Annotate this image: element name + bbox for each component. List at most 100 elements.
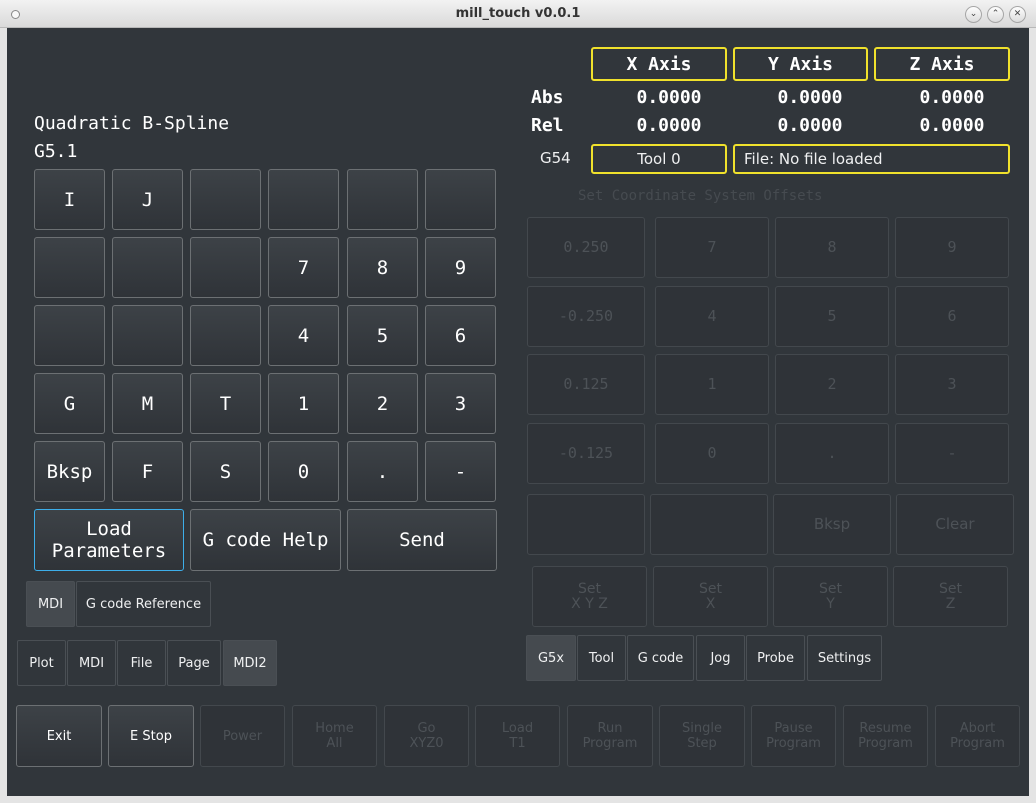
offset-action-key[interactable] [650, 494, 768, 555]
load-t1-button[interactable]: Load T1 [475, 705, 560, 767]
minimize-icon[interactable]: ⌄ [965, 6, 982, 23]
keypad-key[interactable]: 3 [425, 373, 496, 434]
keypad-key[interactable] [347, 169, 418, 230]
power-button[interactable]: Power [200, 705, 285, 767]
run-program-label: Run Program [582, 721, 638, 751]
offset-key[interactable]: 9 [895, 217, 1009, 278]
offset-key[interactable]: 4 [655, 286, 769, 347]
keypad-key[interactable]: Bksp [34, 441, 105, 502]
tab-tool[interactable]: Tool [577, 635, 626, 681]
home-all-button[interactable]: Home All [292, 705, 377, 767]
abs-z-value: 0.0000 [919, 87, 985, 108]
tab-mdi2[interactable]: MDI2 [223, 640, 277, 686]
offset-action-key[interactable]: Bksp [773, 494, 891, 555]
keypad-key[interactable]: I [34, 169, 105, 230]
offset-key[interactable]: 0.125 [527, 354, 645, 415]
offset-key[interactable]: . [775, 423, 889, 484]
tab-gcode[interactable]: G code [627, 635, 694, 681]
keypad-key[interactable]: T [190, 373, 261, 434]
window-title: mill_touch v0.0.1 [455, 6, 581, 21]
set-offset-button[interactable]: Set Z [893, 566, 1008, 627]
rel-x-value: 0.0000 [636, 115, 702, 136]
close-icon[interactable]: ✕ [1009, 6, 1026, 23]
keypad-key[interactable]: 2 [347, 373, 418, 434]
set-offset-button[interactable]: Set X [653, 566, 768, 627]
offset-key[interactable]: 2 [775, 354, 889, 415]
offset-key[interactable]: 0.250 [527, 217, 645, 278]
tab-mdi[interactable]: MDI [26, 581, 75, 627]
mdi-command-title: Quadratic B-Spline [34, 113, 230, 134]
tab-settings[interactable]: Settings [807, 635, 882, 681]
keypad-key[interactable] [190, 305, 261, 366]
go-xyz0-button[interactable]: Go XYZ0 [384, 705, 469, 767]
keypad-key[interactable]: J [112, 169, 183, 230]
coord-system-label: G54 [540, 149, 571, 167]
offset-key[interactable]: 3 [895, 354, 1009, 415]
keypad-key[interactable]: F [112, 441, 183, 502]
offset-key[interactable]: 5 [775, 286, 889, 347]
tab-g5x[interactable]: G5x [526, 635, 576, 681]
tab-page[interactable]: Page [167, 640, 221, 686]
go-xyz0-label: Go XYZ0 [409, 721, 444, 751]
keypad-key[interactable]: 9 [425, 237, 496, 298]
tab-file[interactable]: File [117, 640, 166, 686]
gcode-help-button[interactable]: G code Help [190, 509, 341, 571]
maximize-icon[interactable]: ⌃ [987, 6, 1004, 23]
keypad-key[interactable] [425, 169, 496, 230]
power-label: Power [222, 728, 263, 744]
resume-program-button[interactable]: Resume Program [843, 705, 928, 767]
tab-plot[interactable]: Plot [17, 640, 66, 686]
offset-key[interactable]: 6 [895, 286, 1009, 347]
offset-key[interactable]: 1 [655, 354, 769, 415]
estop-button[interactable]: E Stop [108, 705, 194, 767]
offset-key[interactable]: -0.125 [527, 423, 645, 484]
offset-key[interactable]: - [895, 423, 1009, 484]
exit-button[interactable]: Exit [16, 705, 102, 767]
keypad-key[interactable]: 1 [268, 373, 339, 434]
pause-program-label: Pause Program [766, 721, 821, 751]
abort-program-button[interactable]: Abort Program [935, 705, 1020, 767]
send-button[interactable]: Send [347, 509, 497, 571]
offset-key[interactable]: 7 [655, 217, 769, 278]
run-program-button[interactable]: Run Program [567, 705, 653, 767]
keypad-key[interactable]: 8 [347, 237, 418, 298]
keypad-key[interactable] [268, 169, 339, 230]
keypad-key[interactable]: M [112, 373, 183, 434]
keypad-key[interactable] [190, 237, 261, 298]
keypad-key[interactable]: 6 [425, 305, 496, 366]
keypad-key[interactable]: 4 [268, 305, 339, 366]
rel-z-value: 0.0000 [919, 115, 985, 136]
offset-action-key[interactable] [527, 494, 645, 555]
tab-jog[interactable]: Jog [696, 635, 745, 681]
keypad-key[interactable] [190, 169, 261, 230]
pause-program-button[interactable]: Pause Program [751, 705, 836, 767]
resume-program-label: Resume Program [858, 721, 913, 751]
abs-y-value: 0.0000 [777, 87, 843, 108]
offset-key[interactable]: 0 [655, 423, 769, 484]
keypad-key[interactable] [112, 237, 183, 298]
x-axis-header: X Axis [591, 47, 727, 81]
offset-key[interactable]: 8 [775, 217, 889, 278]
load-parameters-button[interactable]: Load Parameters [34, 509, 184, 571]
keypad-key[interactable] [112, 305, 183, 366]
y-axis-header: Y Axis [733, 47, 868, 81]
keypad-key[interactable] [34, 305, 105, 366]
single-step-button[interactable]: Single Step [659, 705, 745, 767]
set-offset-button[interactable]: Set Y [773, 566, 888, 627]
keypad-key[interactable]: S [190, 441, 261, 502]
set-offset-button[interactable]: Set X Y Z [532, 566, 647, 627]
tab-mdi-page[interactable]: MDI [67, 640, 116, 686]
offset-action-key[interactable]: Clear [896, 494, 1014, 555]
tab-probe[interactable]: Probe [746, 635, 805, 681]
window-titlebar: mill_touch v0.0.1 ⌄ ⌃ ✕ [0, 0, 1036, 28]
keypad-key[interactable]: 7 [268, 237, 339, 298]
keypad-key[interactable]: 5 [347, 305, 418, 366]
offset-key[interactable]: -0.250 [527, 286, 645, 347]
keypad-key[interactable]: G [34, 373, 105, 434]
keypad-key[interactable]: . [347, 441, 418, 502]
tab-gcode-reference[interactable]: G code Reference [76, 581, 211, 627]
keypad-key[interactable]: 0 [268, 441, 339, 502]
keypad-key[interactable]: - [425, 441, 496, 502]
abs-label: Abs [531, 87, 564, 108]
keypad-key[interactable] [34, 237, 105, 298]
